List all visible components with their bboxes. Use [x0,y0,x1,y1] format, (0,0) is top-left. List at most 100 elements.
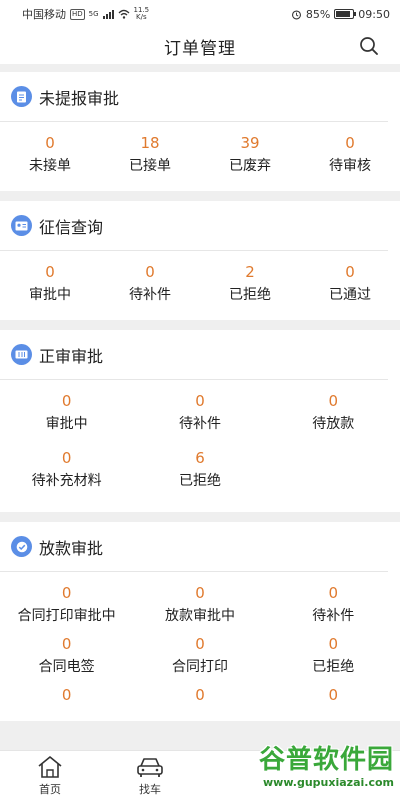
tab-find-car[interactable]: 找车 [100,751,200,800]
page-title: 订单管理 [164,38,236,59]
stat-item[interactable]: 0 未接单 [0,134,100,177]
section-header: 未提报审批 [0,72,388,122]
section-header: 征信查询 [0,201,388,251]
car-icon [137,758,163,777]
section-title: 征信查询 [39,217,104,237]
stat-label: 待补件 [129,287,171,303]
stat-value: 0 [61,392,72,410]
stat-label: 待补件 [178,416,221,432]
home-icon [38,756,62,778]
battery-percent: 85% [305,7,331,21]
watermark-logo: 谷普软件园 [258,745,394,775]
stat-value: 0 [328,584,339,602]
stat-value: 2 [245,263,255,281]
stat-value: 0 [195,392,205,410]
stat-item[interactable]: 0 合同打印 [133,635,266,678]
stat-label: 已废弃 [229,158,271,174]
stat-value: 0 [61,449,72,467]
stat-value: 39 [240,134,260,152]
stat-value: 0 [328,635,339,653]
stat-value: 0 [328,392,339,410]
stat-item[interactable]: 0 待补件 [133,392,266,435]
tab-label: 首页 [39,783,61,796]
stat-item[interactable]: 0 [133,686,266,707]
signal-icon [102,9,114,19]
section-formal-approval: 正审审批 0 审批中 0 待补件 0 待放款 0 待补充材料 6 已拒绝 [0,330,400,512]
stat-item[interactable]: 6 已拒绝 [133,449,266,492]
stat-value: 0 [195,635,205,653]
stat-item[interactable]: 0 审批中 [0,263,100,306]
stat-item[interactable]: 18 已接单 [100,134,200,177]
watermark-url: www.gupuxiazai.com [263,776,394,789]
wifi-icon [118,9,130,19]
section-unsubmitted-approval: 未提报审批 0 未接单 18 已接单 39 已废弃 0 待审核 [0,72,400,191]
stat-item[interactable]: 0 [0,686,133,707]
alarm-icon [291,9,301,19]
stat-item[interactable]: 39 已废弃 [200,134,300,177]
verified-badge-icon [11,536,32,557]
clock: 09:50 [358,7,390,21]
stat-label: 审批中 [45,416,88,432]
stat-grid: 0 合同打印审批中 0 放款审批中 0 待补件 0 合同电签 0 合同打印 0 已拒绝 0 … [0,572,400,721]
speed-unit: K/s [136,13,147,21]
hd-badge: HD [70,8,85,20]
stat-label: 合同打印 [171,659,228,675]
content: 未提报审批 0 未接单 18 已接单 39 已废弃 0 待审核 征信查询 0 审批中 0 待… [0,72,400,731]
stat-label: 未接单 [29,158,71,174]
stat-item[interactable]: 0 合同打印审批中 [0,584,133,627]
stat-item[interactable]: 0 审批中 [0,392,133,435]
stat-label: 放款审批中 [164,608,235,624]
stat-grid: 0 审批中 0 待补件 2 已拒绝 0 已通过 [0,251,400,320]
stat-item[interactable]: 2 已拒绝 [200,263,300,306]
stat-value: 0 [345,134,355,152]
stat-item[interactable]: 0 放款审批中 [133,584,266,627]
stat-label: 待审核 [329,158,371,174]
stat-label: 合同打印审批中 [17,608,116,624]
stat-item[interactable]: 0 待补充材料 [0,449,133,492]
section-credit-inquiry: 征信查询 0 审批中 0 待补件 2 已拒绝 0 已通过 [0,201,400,320]
stat-value: 0 [345,263,355,281]
tab-label: 找车 [139,783,161,796]
carrier-name: 中国移动 [22,8,66,21]
stat-value: 0 [61,635,72,653]
document-icon [11,86,32,107]
stat-grid: 0 未接单 18 已接单 39 已废弃 0 待审核 [0,122,400,191]
stat-value: 0 [195,686,205,704]
stat-value: 6 [195,449,205,467]
stat-item[interactable]: 0 待补件 [267,584,400,627]
stat-label: 待补件 [312,608,355,624]
stat-label: 已拒绝 [312,659,355,675]
stat-value: 0 [145,263,155,281]
stat-grid: 0 审批中 0 待补件 0 待放款 0 待补充材料 6 已拒绝 [0,380,400,512]
section-title: 正审审批 [39,346,104,366]
stat-value: 0 [45,263,55,281]
search-icon[interactable] [358,35,380,57]
tab-home[interactable]: 首页 [0,751,100,800]
stat-item[interactable]: 0 已拒绝 [267,635,400,678]
stat-item[interactable]: 0 待补件 [100,263,200,306]
stat-value: 18 [140,134,160,152]
stat-label: 已接单 [129,158,171,174]
section-title: 放款审批 [39,538,104,558]
section-title: 未提报审批 [39,88,120,108]
nav-header: 订单管理 [0,28,400,64]
ticket-icon [11,344,32,365]
stat-value: 0 [328,686,339,704]
stat-item[interactable]: 0 [267,686,400,707]
stat-label: 待放款 [312,416,355,432]
stat-label: 审批中 [29,287,71,303]
status-bar: 中国移动 HD 5G 11.5 K/s 85% 09:50 [0,0,400,28]
section-header: 放款审批 [0,522,388,572]
stat-item[interactable]: 0 已通过 [300,263,400,306]
stat-item[interactable]: 0 待审核 [300,134,400,177]
section-loan-approval: 放款审批 0 合同打印审批中 0 放款审批中 0 待补件 0 合同电签 0 合同打印 0 已… [0,522,400,721]
stat-item[interactable]: 0 合同电签 [0,635,133,678]
battery-icon [334,9,357,19]
stat-label: 待补充材料 [31,473,102,489]
stat-item[interactable]: 0 待放款 [267,392,400,435]
stat-value: 0 [45,134,55,152]
id-card-icon [11,215,32,236]
stat-value: 0 [195,584,205,602]
watermark: 谷普软件园 www.gupuxiazai.com [206,744,394,796]
section-header: 正审审批 [0,330,388,380]
